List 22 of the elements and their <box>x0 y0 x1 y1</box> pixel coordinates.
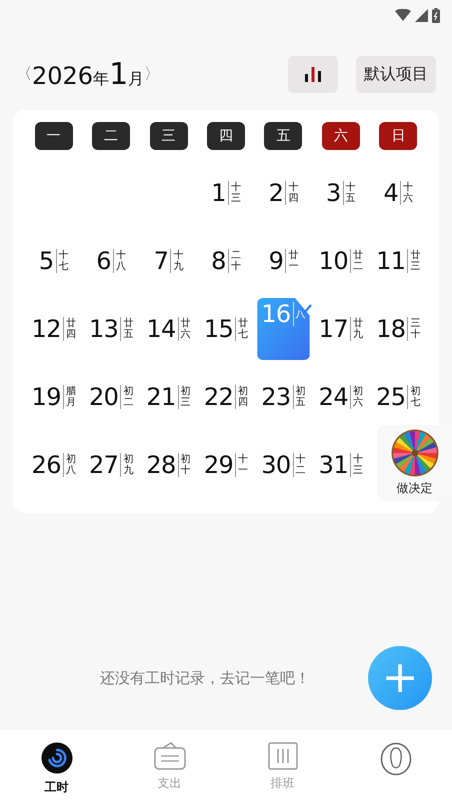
weekday-label: 四 <box>206 122 245 150</box>
month-title: 2026年 1月 <box>32 56 144 94</box>
wallet-icon <box>154 742 186 770</box>
weekday-label: 三 <box>150 122 188 150</box>
battery-icon <box>432 8 440 22</box>
previous-month-button[interactable]: 〈 <box>16 62 32 86</box>
statistics-button[interactable] <box>288 56 338 92</box>
weekday-label: 日 <box>379 122 418 150</box>
prize-wheel-icon <box>390 429 438 477</box>
weekday-label: 六 <box>322 122 360 150</box>
signal-icon <box>415 8 428 22</box>
weekday-label: 五 <box>264 122 302 150</box>
wifi-icon <box>395 9 411 21</box>
face-outline-icon <box>380 742 412 776</box>
nav-tab[interactable]: 工时 <box>0 730 113 805</box>
columns-icon <box>268 742 298 770</box>
project-button[interactable]: 默认项目 <box>356 56 436 92</box>
empty-message: 还没有工时记录，去记一笔吧！ <box>100 668 311 689</box>
weekday-label: 一 <box>34 122 73 150</box>
weekday-label: 二 <box>92 122 130 150</box>
spiral-icon <box>40 742 72 774</box>
bar-chart-icon <box>304 66 322 82</box>
